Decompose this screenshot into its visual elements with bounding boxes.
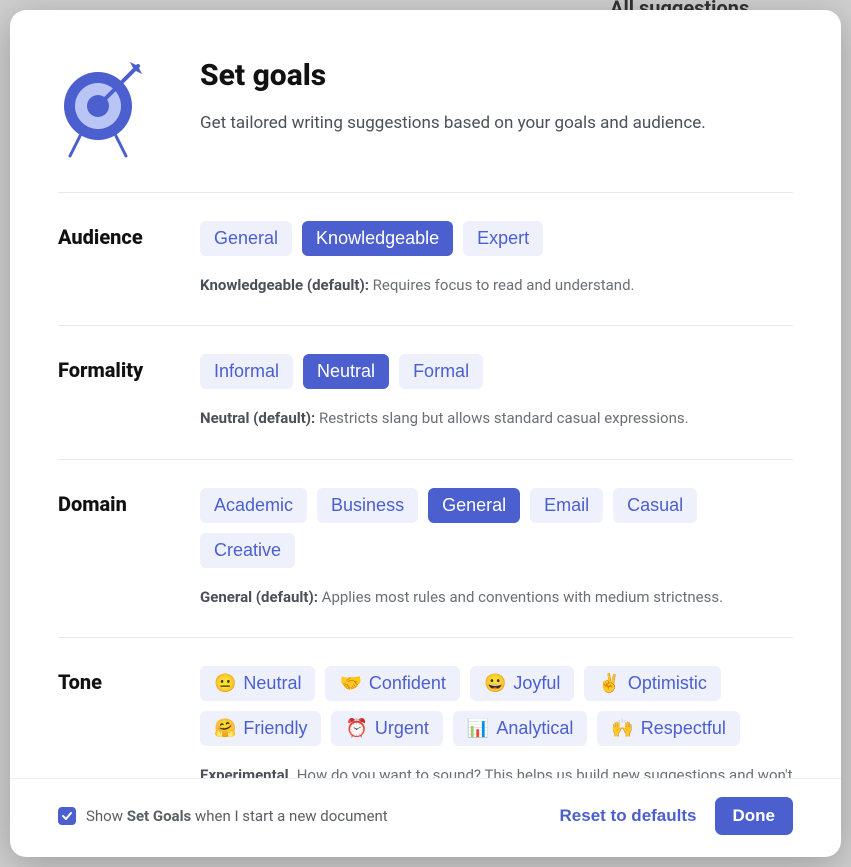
neutral-face-icon: 😐 (214, 673, 236, 694)
raised-hands-icon: 🙌 (611, 718, 633, 739)
domain-option-creative[interactable]: Creative (200, 533, 295, 568)
modal-title: Set goals (200, 58, 793, 93)
formality-option-informal[interactable]: Informal (200, 354, 293, 389)
alarm-clock-icon: ⏰ (345, 718, 367, 739)
modal-body: Set goals Get tailored writing suggestio… (10, 10, 841, 778)
hugging-face-icon: 🤗 (214, 718, 236, 739)
set-goals-modal: Set goals Get tailored writing suggestio… (10, 10, 841, 857)
modal-header: Set goals Get tailored writing suggestio… (58, 58, 793, 193)
audience-option-expert[interactable]: Expert (463, 221, 543, 256)
tone-label: Tone (58, 666, 148, 694)
handshake-icon: 🤝 (339, 673, 361, 694)
check-icon (61, 810, 73, 822)
reset-to-defaults-button[interactable]: Reset to defaults (560, 806, 697, 826)
grinning-face-icon: 😀 (484, 673, 506, 694)
domain-option-email[interactable]: Email (530, 488, 603, 523)
show-on-start-option[interactable]: Show Set Goals when I start a new docume… (58, 807, 388, 825)
audience-section: Audience General Knowledgeable Expert Kn… (58, 193, 793, 326)
formality-label: Formality (58, 354, 148, 382)
audience-label: Audience (58, 221, 148, 249)
bar-chart-icon: 📊 (467, 718, 489, 739)
modal-footer: Show Set Goals when I start a new docume… (10, 778, 841, 857)
tone-option-neutral[interactable]: 😐Neutral (200, 666, 315, 701)
tone-section: Tone 😐Neutral 🤝Confident 😀Joyful ✌️Optim… (58, 638, 793, 778)
formality-description: Neutral (default): Restricts slang but a… (200, 407, 793, 430)
show-on-start-label: Show Set Goals when I start a new docume… (86, 807, 388, 825)
done-button[interactable]: Done (715, 797, 794, 835)
tone-option-respectful[interactable]: 🙌Respectful (597, 711, 739, 746)
domain-section: Domain Academic Business General Email C… (58, 460, 793, 638)
domain-option-business[interactable]: Business (317, 488, 418, 523)
domain-description: General (default): Applies most rules an… (200, 586, 793, 609)
domain-option-academic[interactable]: Academic (200, 488, 307, 523)
show-on-start-checkbox[interactable] (58, 807, 76, 825)
audience-option-general[interactable]: General (200, 221, 292, 256)
tone-option-friendly[interactable]: 🤗Friendly (200, 711, 321, 746)
domain-option-casual[interactable]: Casual (613, 488, 697, 523)
tone-option-analytical[interactable]: 📊Analytical (453, 711, 587, 746)
domain-label: Domain (58, 488, 148, 516)
tone-option-optimistic[interactable]: ✌️Optimistic (584, 666, 720, 701)
tone-option-urgent[interactable]: ⏰Urgent (331, 711, 442, 746)
formality-option-formal[interactable]: Formal (399, 354, 483, 389)
target-icon (58, 58, 148, 162)
audience-description: Knowledgeable (default): Requires focus … (200, 274, 793, 297)
modal-subtitle: Get tailored writing suggestions based o… (200, 111, 793, 137)
victory-hand-icon: ✌️ (598, 673, 620, 694)
tone-option-confident[interactable]: 🤝Confident (325, 666, 459, 701)
tone-description: Experimental. How do you want to sound? … (200, 764, 793, 778)
formality-section: Formality Informal Neutral Formal Neutra… (58, 326, 793, 459)
audience-option-knowledgeable[interactable]: Knowledgeable (302, 221, 453, 256)
domain-option-general[interactable]: General (428, 488, 520, 523)
tone-option-joyful[interactable]: 😀Joyful (470, 666, 574, 701)
formality-option-neutral[interactable]: Neutral (303, 354, 389, 389)
